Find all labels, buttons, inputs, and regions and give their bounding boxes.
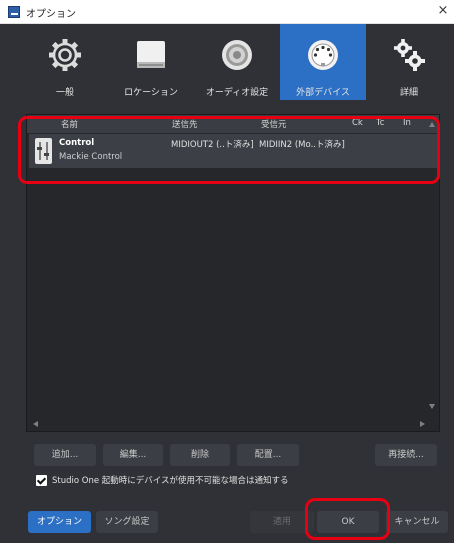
gear-icon — [49, 39, 81, 71]
drive-icon — [137, 41, 165, 68]
tab-locations[interactable]: ロケーション — [108, 24, 194, 100]
tab-audio-setup[interactable]: オーディオ設定 — [194, 24, 280, 100]
category-toolbar: 一般 ロケーション オーディオ設定 外部デバイス 詳細 — [22, 24, 452, 100]
tab-audio-setup-label: オーディオ設定 — [205, 88, 269, 98]
cancel-button[interactable]: キャンセル — [386, 511, 448, 533]
arrange-button[interactable]: 配置... — [237, 444, 299, 466]
tab-advanced[interactable]: 詳細 — [366, 24, 452, 100]
gears-icon — [394, 39, 425, 71]
app-icon — [8, 6, 20, 18]
tab-external-devices[interactable]: 外部デバイス — [280, 24, 366, 100]
close-icon[interactable]: × — [436, 3, 450, 19]
edit-button[interactable]: 編集... — [103, 444, 163, 466]
options-button[interactable]: オプション — [28, 511, 91, 533]
song-settings-button[interactable]: ソング設定 — [96, 511, 158, 533]
tab-locations-label: ロケーション — [124, 88, 178, 98]
scroll-left-icon[interactable] — [33, 421, 38, 427]
tab-general[interactable]: 一般 — [22, 24, 108, 100]
tab-external-devices-label: 外部デバイス — [296, 88, 350, 98]
ok-button-highlight — [305, 498, 390, 540]
scroll-down-icon[interactable] — [429, 404, 435, 409]
notify-checkbox[interactable] — [36, 475, 47, 486]
window-title: オプション — [26, 9, 76, 20]
delete-button[interactable]: 削除 — [170, 444, 230, 466]
scroll-right-icon[interactable] — [420, 421, 425, 427]
reconnect-button[interactable]: 再接続... — [375, 444, 437, 466]
title-bar: オプション × — [0, 0, 454, 24]
notify-checkbox-label: Studio One 起動時にデバイスが使用不可能な場合は通知する — [52, 476, 289, 486]
device-row-highlight — [18, 116, 440, 184]
tab-general-label: 一般 — [55, 88, 74, 98]
tab-advanced-label: 詳細 — [399, 88, 418, 98]
add-button[interactable]: 追加... — [34, 444, 96, 466]
speaker-icon — [222, 40, 252, 70]
options-dialog: 一般 ロケーション オーディオ設定 外部デバイス 詳細 名前 送信先 受信元 C… — [0, 24, 454, 543]
midi-connector-icon — [308, 40, 338, 70]
